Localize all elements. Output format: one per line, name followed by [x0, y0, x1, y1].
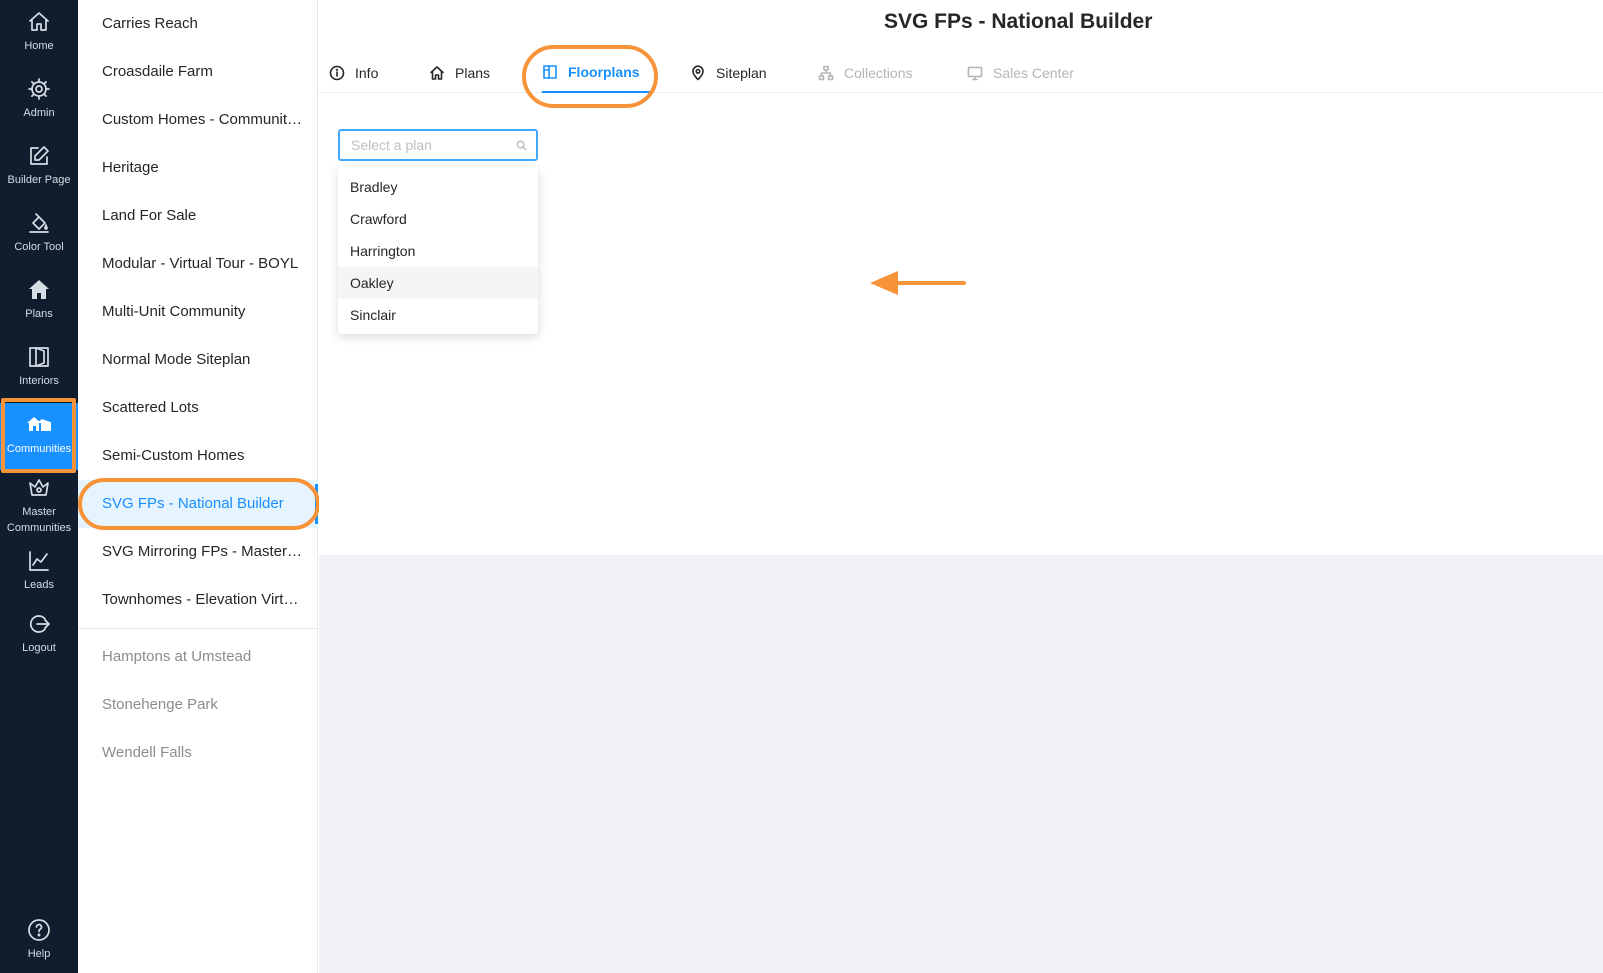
rail-item-label: Leads [24, 579, 54, 591]
rail-item-interiors[interactable]: Interiors [0, 345, 78, 389]
community-item-selected[interactable]: SVG FPs - National Builder [78, 480, 318, 528]
page-title: SVG FPs - National Builder [884, 10, 1153, 33]
main-content: SVG FPs - National Builder Info Plans Fl… [319, 0, 1603, 973]
rail-item-label: Admin [23, 107, 55, 119]
rail-item-label: Help [27, 948, 51, 960]
community-item[interactable]: Scattered Lots [78, 384, 318, 432]
community-item[interactable]: Multi-Unit Community [78, 288, 318, 336]
home-icon [29, 12, 49, 31]
house-filled-icon [29, 280, 49, 299]
rail-item-label: Interiors [19, 375, 59, 387]
plan-option[interactable]: Harrington [338, 235, 538, 267]
tab-bar: Info Plans Floorplans Siteplan Collectio… [319, 52, 1603, 93]
rail-item-label: Plans [25, 308, 53, 320]
communities-list: Carries Reach Croasdaile Farm Custom Hom… [78, 0, 318, 973]
community-item-inactive[interactable]: Stonehenge Park [78, 681, 318, 729]
plan-option[interactable]: Crawford [338, 203, 538, 235]
rail-item-color-tool[interactable]: Color Tool [0, 211, 78, 255]
edit-icon [30, 146, 49, 165]
community-item[interactable]: Carries Reach [78, 0, 318, 48]
plan-option[interactable]: Bradley [338, 171, 538, 203]
community-item[interactable]: Heritage [78, 144, 318, 192]
tab-label: Info [355, 64, 379, 81]
tab-label: Plans [455, 64, 491, 81]
community-item[interactable]: Croasdaile Farm [78, 48, 318, 96]
rail-item-logout[interactable]: Logout [0, 612, 78, 656]
tab-sales-center[interactable]: Sales Center [967, 52, 1074, 93]
rail-item-plans[interactable]: Plans [0, 278, 78, 322]
icon-rail: Home Admin Builder Page Color Tool Plans… [0, 0, 78, 973]
help-icon [28, 919, 50, 941]
tab-info[interactable]: Info [329, 52, 378, 93]
tab-label: Floorplans [568, 63, 640, 80]
door-icon [29, 347, 49, 367]
tab-label: Siteplan [716, 64, 767, 81]
list-divider [78, 628, 318, 629]
tab-siteplan[interactable]: Siteplan [690, 52, 767, 93]
gear-icon [28, 78, 50, 100]
community-item[interactable]: Semi-Custom Homes [78, 432, 318, 480]
rail-item-label: Color Tool [14, 241, 64, 253]
rail-item-home[interactable]: Home [0, 10, 78, 54]
rail-item-master-communities[interactable]: Master Communities [0, 476, 78, 536]
rail-item-help[interactable]: Help [0, 918, 78, 962]
plan-search-input[interactable] [351, 137, 511, 153]
rail-item-communities[interactable]: Communities [0, 403, 78, 470]
community-item-inactive[interactable]: Hamptons at Umstead [78, 633, 318, 681]
tab-collections[interactable]: Collections [818, 52, 912, 93]
community-item[interactable]: Custom Homes - Community Template [78, 96, 318, 144]
info-icon [329, 65, 345, 80]
hierarchy-icon [818, 65, 834, 80]
rail-item-label: Master Communities [6, 506, 72, 534]
rail-item-label: Builder Page [7, 174, 71, 186]
rail-item-builder-page[interactable]: Builder Page [0, 144, 78, 188]
community-item[interactable]: Normal Mode Siteplan [78, 336, 318, 384]
paint-bucket-icon [29, 213, 49, 233]
rail-item-admin[interactable]: Admin [0, 77, 78, 121]
tab-floorplans[interactable]: Floorplans [542, 52, 650, 93]
communities-icon [27, 417, 51, 431]
rail-item-label: Home [24, 40, 54, 52]
community-item[interactable]: Land For Sale [78, 192, 318, 240]
community-item[interactable]: SVG Mirroring FPs - Master Community [78, 528, 318, 576]
plan-option-hovered[interactable]: Oakley [338, 267, 538, 299]
monitor-icon [967, 66, 983, 80]
community-item[interactable]: Modular - Virtual Tour - BOYL [78, 240, 318, 288]
rail-item-leads[interactable]: Leads [0, 549, 78, 593]
tab-label: Sales Center [993, 64, 1074, 81]
content-panel: SVG FPs - National Builder Info Plans Fl… [319, 0, 1603, 555]
plan-option[interactable]: Sinclair [338, 299, 538, 331]
logout-icon [29, 615, 50, 633]
annotation-arrow [870, 271, 966, 295]
plan-select[interactable] [338, 129, 538, 161]
rail-item-label: Logout [22, 642, 56, 654]
layout-icon [543, 64, 557, 79]
community-item[interactable]: Townhomes - Elevation Virtual Tours [78, 576, 318, 624]
chart-icon [29, 551, 49, 571]
crown-icon [29, 479, 49, 496]
home-icon [430, 65, 444, 80]
community-item-inactive[interactable]: Wendell Falls [78, 729, 318, 777]
selection-indicator [315, 484, 318, 524]
plan-dropdown: Bradley Crawford Harrington Oakley Sincl… [338, 167, 538, 334]
tab-plans[interactable]: Plans [429, 52, 490, 93]
search-icon [516, 140, 527, 151]
tab-label: Collections [844, 64, 913, 81]
map-pin-icon [692, 64, 704, 80]
rail-item-label: Communities [6, 443, 72, 455]
